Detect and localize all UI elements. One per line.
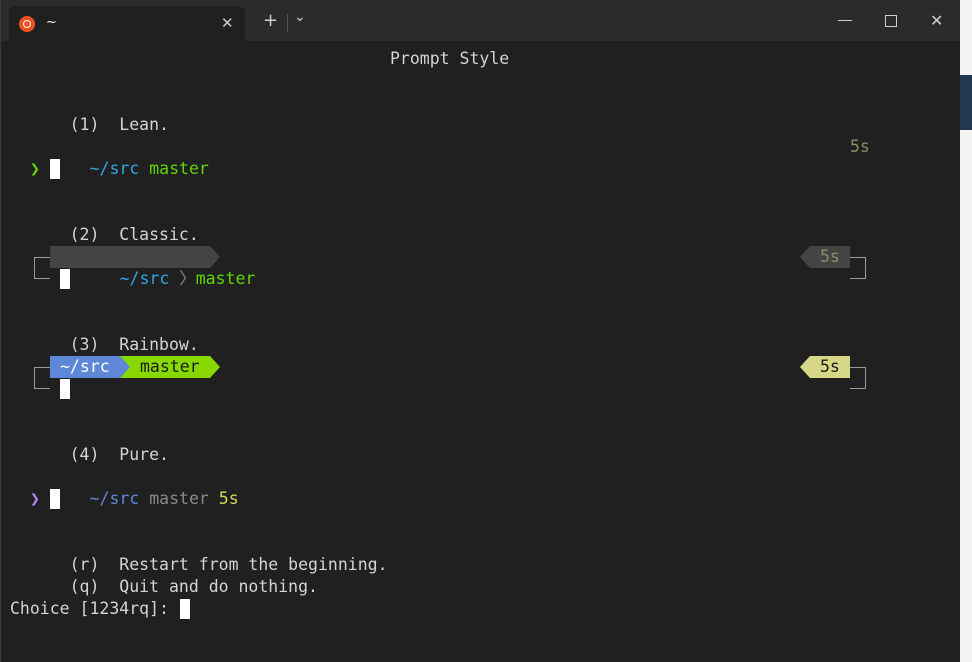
rainbow-branch: master xyxy=(140,357,200,376)
rainbow-dir-tip xyxy=(120,356,130,378)
option-label: Pure. xyxy=(119,445,169,464)
option-key: (4) xyxy=(69,445,100,464)
prompt-branch: master xyxy=(149,159,209,178)
prompt-branch: master xyxy=(149,489,209,508)
pure-arrow: ❯ xyxy=(30,489,40,508)
rainbow-right-frame xyxy=(850,367,866,389)
close-tab-icon[interactable]: ✕ xyxy=(221,14,234,32)
option-label: Classic. xyxy=(119,225,199,244)
rainbow-branch-tip xyxy=(210,356,220,378)
new-tab-button[interactable]: + xyxy=(263,10,278,31)
prompt-dir: ~/src xyxy=(119,269,170,288)
terminal-content[interactable]: Prompt Style (1) Lean. ~/src master 5s ❯… xyxy=(1,41,959,662)
minimize-button[interactable] xyxy=(838,20,852,21)
maximize-button[interactable] xyxy=(885,15,897,27)
classic-cursor xyxy=(60,269,70,289)
wizard-heading: Prompt Style xyxy=(390,49,510,68)
ubuntu-icon xyxy=(19,16,35,32)
lean-arrow: ❯ xyxy=(30,159,40,178)
background-window-accent xyxy=(960,75,972,130)
choice-prompt: Choice [1234rq]: xyxy=(10,599,179,618)
tab-dropdown-icon[interactable]: ⌄ xyxy=(294,9,306,25)
prompt-branch: master xyxy=(195,269,256,288)
lean-duration: 5s xyxy=(850,137,870,156)
rainbow-time-tip xyxy=(800,356,810,378)
option-key: (q) xyxy=(69,577,100,596)
option-label: Quit and do nothing. xyxy=(119,577,318,596)
rainbow-left-frame xyxy=(34,367,50,389)
classic-left-frame xyxy=(34,257,50,279)
prompt-dir: ~/src xyxy=(89,159,140,178)
title-bar: ~ ✕ + ⌄ ✕ xyxy=(1,0,961,41)
input-cursor[interactable] xyxy=(180,599,190,619)
option-key: (2) xyxy=(69,225,100,244)
rainbow-dir: ~/src xyxy=(60,357,110,376)
classic-right-frame xyxy=(850,257,866,279)
tab-separator xyxy=(287,14,288,32)
rainbow-duration: 5s xyxy=(820,357,840,376)
terminal-window: ~ ✕ + ⌄ ✕ Prompt Style (1) Lean. ~/src m… xyxy=(0,0,961,662)
option-label: Lean. xyxy=(119,115,169,134)
classic-duration: 5s xyxy=(820,247,840,266)
prompt-dir: ~/src xyxy=(89,489,140,508)
background-window-edge xyxy=(960,0,972,662)
pure-preview-line1: ~/src master 5s xyxy=(30,466,239,532)
option-label: Rainbow. xyxy=(119,335,199,354)
rainbow-cursor xyxy=(60,379,70,399)
lean-cursor xyxy=(50,159,60,179)
option-key: (3) xyxy=(69,335,100,354)
tab-title: ~ xyxy=(46,15,57,30)
pure-cursor xyxy=(50,489,60,509)
classic-separator: 〉 xyxy=(179,269,196,288)
prompt-duration: 5s xyxy=(218,489,239,508)
classic-prompt: ~/src 〉master xyxy=(60,246,256,288)
terminal-tab[interactable]: ~ ✕ xyxy=(9,6,245,41)
option-key: (1) xyxy=(69,115,100,134)
classic-time-tip xyxy=(800,246,810,268)
close-window-button[interactable]: ✕ xyxy=(930,11,943,30)
